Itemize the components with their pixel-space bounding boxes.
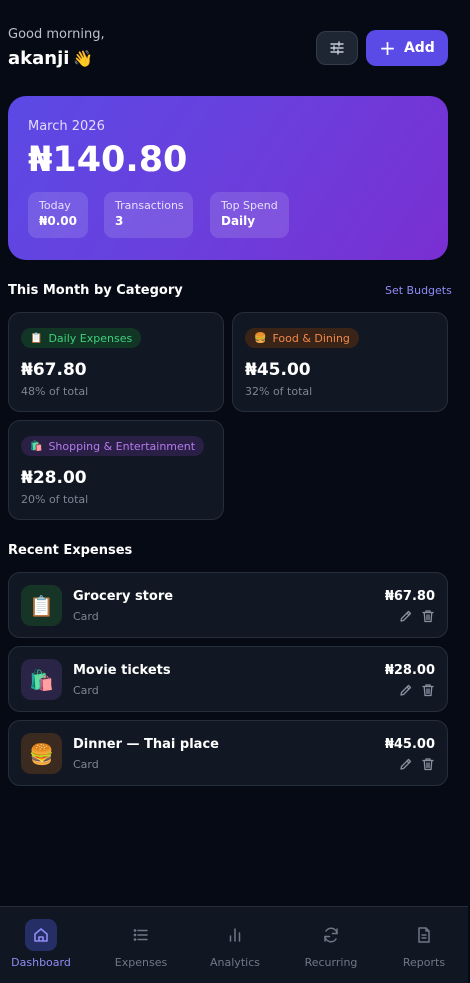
expense-actions [399, 683, 435, 697]
summary-period: March 2026 [28, 119, 105, 134]
burger-icon: 🍔 [254, 332, 267, 344]
edit-icon[interactable] [399, 757, 413, 771]
category-pill: 🛍️ Shopping & Entertainment [21, 436, 205, 456]
expense-name: Movie tickets [73, 663, 171, 678]
tab-reports[interactable]: Reports [377, 907, 470, 983]
clipboard-icon: 📋 [21, 585, 62, 626]
category-pill: 📋 Daily Expenses [21, 328, 142, 348]
bottom-tab-bar: Dashboard Expenses Analytics Recurring R… [0, 906, 468, 983]
trash-icon[interactable] [421, 609, 435, 623]
shopping-bags-icon: 🛍️ [21, 659, 62, 700]
document-icon [408, 919, 440, 951]
category-card-food-dining[interactable]: 🍔 Food & Dining ₦45.00 32% of total [232, 312, 448, 412]
category-amount: ₦28.00 [21, 468, 87, 488]
expense-actions [399, 609, 435, 623]
stat-top-spend: Top Spend Daily [210, 192, 289, 238]
expense-actions [399, 757, 435, 771]
category-name: Daily Expenses [48, 331, 133, 345]
category-name: Food & Dining [272, 331, 350, 345]
tab-expenses[interactable]: Expenses [94, 907, 188, 983]
plus-icon: + [379, 36, 396, 60]
expense-amount: ₦67.80 [384, 589, 435, 604]
username: akanji 👋 [8, 48, 93, 69]
stat-value: 3 [115, 214, 124, 228]
category-pill: 🍔 Food & Dining [245, 328, 359, 348]
expense-method: Card [73, 758, 99, 771]
stat-value: ₦0.00 [39, 214, 77, 228]
shopping-bags-icon: 🛍️ [30, 440, 43, 452]
category-share: 48% of total [21, 385, 89, 398]
burger-icon: 🍔 [21, 733, 62, 774]
stat-today: Today ₦0.00 [28, 192, 88, 238]
category-card-shopping-entertainment[interactable]: 🛍️ Shopping & Entertainment ₦28.00 20% o… [8, 420, 224, 520]
set-budgets-link[interactable]: Set Budgets [385, 284, 452, 297]
add-expense-button[interactable]: + Add [366, 30, 448, 66]
trash-icon[interactable] [421, 757, 435, 771]
expense-row[interactable]: 🍔 Dinner — Thai place Card ₦45.00 [8, 720, 448, 786]
greeting-text: Good morning, [8, 27, 105, 42]
category-share: 20% of total [21, 493, 89, 506]
tab-analytics[interactable]: Analytics [188, 907, 282, 983]
username-text: akanji [8, 48, 70, 69]
recent-section-title: Recent Expenses [8, 543, 133, 558]
list-icon [125, 919, 157, 951]
expense-name: Dinner — Thai place [73, 737, 219, 752]
expense-name: Grocery store [73, 589, 174, 604]
stat-label: Transactions [115, 199, 184, 212]
category-share: 32% of total [245, 385, 313, 398]
expense-amount: ₦45.00 [384, 737, 435, 752]
tab-label: Reports [402, 956, 446, 969]
expense-method: Card [73, 684, 99, 697]
summary-total: ₦140.80 [28, 140, 188, 180]
header: Good morning, akanji 👋 + Add [0, 0, 470, 90]
stat-label: Today [39, 199, 71, 212]
clipboard-icon: 📋 [30, 332, 43, 344]
tab-label: Dashboard [11, 956, 71, 969]
home-icon [25, 919, 57, 951]
tab-label: Recurring [304, 956, 358, 969]
edit-icon[interactable] [399, 683, 413, 697]
refresh-icon [315, 919, 347, 951]
category-amount: ₦67.80 [21, 360, 87, 380]
tab-recurring[interactable]: Recurring [284, 907, 378, 983]
add-button-label: Add [403, 40, 435, 56]
stat-label: Top Spend [221, 199, 278, 212]
stat-value: Daily [221, 214, 256, 228]
category-section-title: This Month by Category [8, 283, 183, 298]
category-card-daily-expenses[interactable]: 📋 Daily Expenses ₦67.80 48% of total [8, 312, 224, 412]
tab-label: Analytics [210, 956, 260, 969]
expense-row[interactable]: 🛍️ Movie tickets Card ₦28.00 [8, 646, 448, 712]
expense-row[interactable]: 📋 Grocery store Card ₦67.80 [8, 572, 448, 638]
edit-icon[interactable] [399, 609, 413, 623]
sliders-icon [330, 41, 344, 55]
tab-label: Expenses [114, 956, 168, 969]
monthly-summary-card: March 2026 ₦140.80 Today ₦0.00 Transacti… [8, 96, 448, 260]
bar-chart-icon [219, 919, 251, 951]
category-amount: ₦45.00 [245, 360, 311, 380]
expense-method: Card [73, 610, 99, 623]
filter-button[interactable] [316, 31, 358, 65]
category-name: Shopping & Entertainment [48, 439, 196, 453]
stat-transactions: Transactions 3 [104, 192, 193, 238]
trash-icon[interactable] [421, 683, 435, 697]
expense-amount: ₦28.00 [384, 663, 435, 678]
wave-emoji-icon: 👋 [73, 49, 94, 68]
tab-dashboard[interactable]: Dashboard [0, 907, 88, 983]
